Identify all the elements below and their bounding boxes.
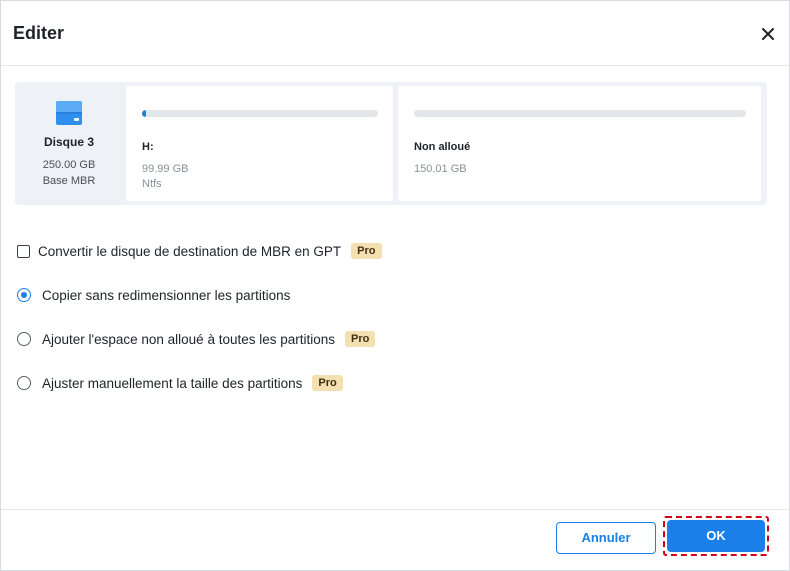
option-label: Copier sans redimensionner les partition… — [42, 287, 291, 303]
pro-badge: Pro — [351, 243, 382, 259]
partition-label: Non alloué — [414, 141, 471, 153]
disk-icon — [56, 101, 82, 125]
partition-card-h[interactable]: H: 99.99 GB Ntfs — [126, 86, 393, 201]
convert-gpt-checkbox[interactable] — [17, 244, 30, 258]
manual-resize-radio[interactable] — [17, 376, 31, 390]
partition-size: 99.99 GB — [142, 163, 189, 175]
dialog-title: Editer — [13, 23, 65, 43]
option-label: Convertir le disque de destination de MB… — [38, 243, 342, 259]
close-icon — [762, 28, 774, 40]
option-copy-no-resize[interactable]: Copier sans redimensionner les partition… — [17, 285, 290, 305]
partition-usage-bar — [142, 110, 378, 117]
partition-size: 150.01 GB — [414, 163, 467, 175]
disk-info: Disque 3 250.00 GB Base MBR — [15, 82, 123, 205]
dialog-titlebar: Editer — [1, 1, 789, 66]
add-unallocated-radio[interactable] — [17, 332, 31, 346]
footer-divider — [1, 509, 789, 510]
option-label: Ajuster manuellement la taille des parti… — [42, 375, 303, 391]
disk-type: Base MBR — [42, 175, 96, 187]
partition-usage-bar — [414, 110, 746, 117]
edit-dialog: Editer Disque 3 250.00 GB Base MBR H: 99… — [0, 0, 790, 571]
pro-badge: Pro — [312, 375, 343, 391]
copy-no-resize-radio[interactable] — [17, 288, 31, 302]
pro-badge: Pro — [345, 331, 376, 347]
partition-label: H: — [142, 141, 154, 153]
cancel-button[interactable]: Annuler — [556, 522, 656, 554]
disk-name: Disque 3 — [43, 135, 94, 149]
partition-card-unallocated[interactable]: Non alloué 150.01 GB — [398, 86, 761, 201]
option-convert-gpt[interactable]: Convertir le disque de destination de MB… — [17, 241, 382, 261]
ok-button[interactable]: OK — [667, 520, 765, 552]
option-add-unallocated[interactable]: Ajouter l'espace non alloué à toutes les… — [17, 329, 376, 349]
option-manual-resize[interactable]: Ajuster manuellement la taille des parti… — [17, 373, 343, 393]
option-label: Ajouter l'espace non alloué à toutes les… — [42, 331, 336, 347]
disk-map: Disque 3 250.00 GB Base MBR H: 99.99 GB … — [15, 82, 767, 205]
disk-size: 250.00 GB — [42, 159, 96, 171]
partition-usage-fill — [142, 110, 146, 117]
partition-filesystem: Ntfs — [142, 178, 162, 190]
close-button[interactable] — [757, 23, 779, 45]
